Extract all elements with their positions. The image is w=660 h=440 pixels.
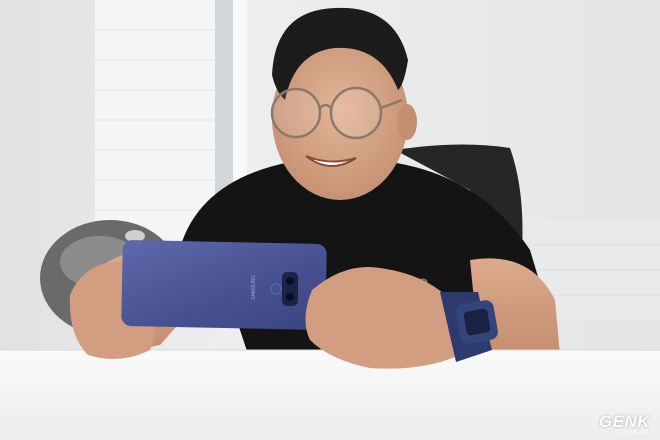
white-desk bbox=[0, 350, 660, 440]
photo-illustration: ENO SAMSUNG bbox=[0, 0, 660, 440]
photo-scene: ENO SAMSUNG bbox=[0, 0, 660, 440]
phone-brand-logo: SAMSUNG bbox=[251, 275, 257, 300]
ear bbox=[397, 104, 417, 140]
genk-watermark: GENK bbox=[598, 412, 650, 431]
smartphone: SAMSUNG bbox=[121, 240, 327, 330]
genk-watermark-sub: GENK.VN bbox=[620, 430, 648, 436]
